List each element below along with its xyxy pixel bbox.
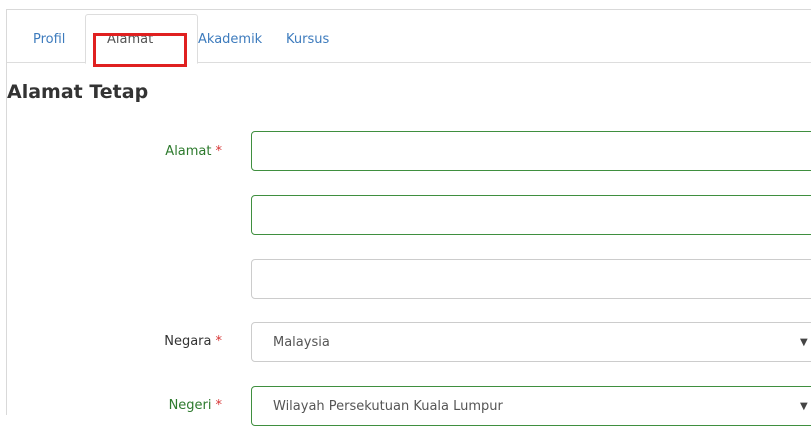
- panel-left-border: [6, 9, 7, 415]
- tab-profil[interactable]: Profil: [33, 10, 65, 61]
- tab-akademik[interactable]: Akademik: [198, 10, 262, 61]
- negara-label-text: Negara: [164, 334, 212, 349]
- negeri-label: Negeri *: [169, 398, 222, 413]
- alamat-line-1-input[interactable]: [251, 131, 811, 171]
- negeri-label-text: Negeri: [168, 398, 212, 413]
- required-marker: *: [215, 334, 223, 349]
- required-marker: *: [215, 398, 223, 413]
- required-marker: *: [215, 144, 223, 159]
- negara-label: Negara *: [164, 334, 222, 349]
- negeri-select[interactable]: Wilayah Persekutuan Kuala Lumpur ▼: [251, 386, 811, 426]
- alamat-label: Alamat *: [165, 144, 222, 159]
- alamat-line-3-input[interactable]: [251, 259, 811, 299]
- section-title: Alamat Tetap: [7, 81, 149, 103]
- alamat-label-text: Alamat: [165, 144, 212, 159]
- tab-kursus[interactable]: Kursus: [286, 10, 329, 61]
- caret-down-icon: ▼: [800, 401, 808, 412]
- negara-selected-value: Malaysia: [273, 335, 330, 350]
- negeri-selected-value: Wilayah Persekutuan Kuala Lumpur: [273, 399, 503, 414]
- negara-select[interactable]: Malaysia ▼: [251, 322, 811, 362]
- tab-bar: Profil Alamat Akademik Kursus: [7, 10, 811, 67]
- tab-highlight-annotation: [93, 33, 187, 67]
- caret-down-icon: ▼: [800, 337, 808, 348]
- alamat-line-2-input[interactable]: [251, 195, 811, 235]
